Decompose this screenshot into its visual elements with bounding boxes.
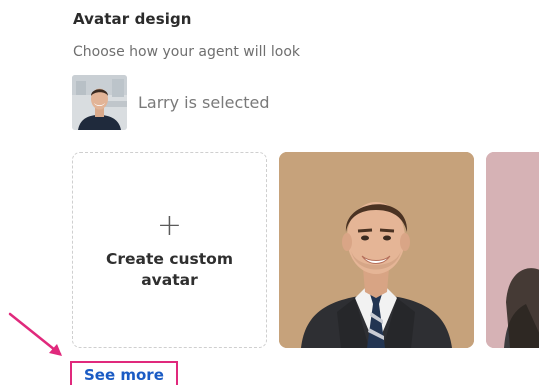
section-subtitle: Choose how your agent will look bbox=[73, 44, 300, 60]
selected-avatar-thumbnail bbox=[72, 75, 127, 130]
avatar-card-partial[interactable] bbox=[486, 152, 539, 348]
avatar-card-larry[interactable] bbox=[279, 152, 474, 348]
section-title: Avatar design bbox=[73, 10, 192, 28]
avatar-card-carousel: + Create custom avatar bbox=[72, 152, 539, 348]
larry-thumbnail-image bbox=[72, 75, 127, 130]
create-custom-avatar-line2: avatar bbox=[141, 271, 198, 289]
selected-avatar-label: Larry is selected bbox=[138, 93, 270, 112]
selected-avatar-row: Larry is selected bbox=[72, 75, 270, 130]
larry-avatar-image bbox=[279, 152, 474, 348]
avatar-design-panel: Avatar design Choose how your agent will… bbox=[0, 0, 539, 385]
arrow-down-right-icon bbox=[8, 312, 62, 356]
create-custom-avatar-line1: Create custom bbox=[106, 250, 233, 268]
create-custom-avatar-card[interactable]: + Create custom avatar bbox=[72, 152, 267, 348]
see-more-link[interactable]: See more bbox=[70, 361, 178, 385]
create-custom-avatar-label: Create custom avatar bbox=[73, 249, 266, 291]
plus-icon: + bbox=[156, 208, 183, 243]
partial-avatar-image bbox=[486, 152, 539, 348]
